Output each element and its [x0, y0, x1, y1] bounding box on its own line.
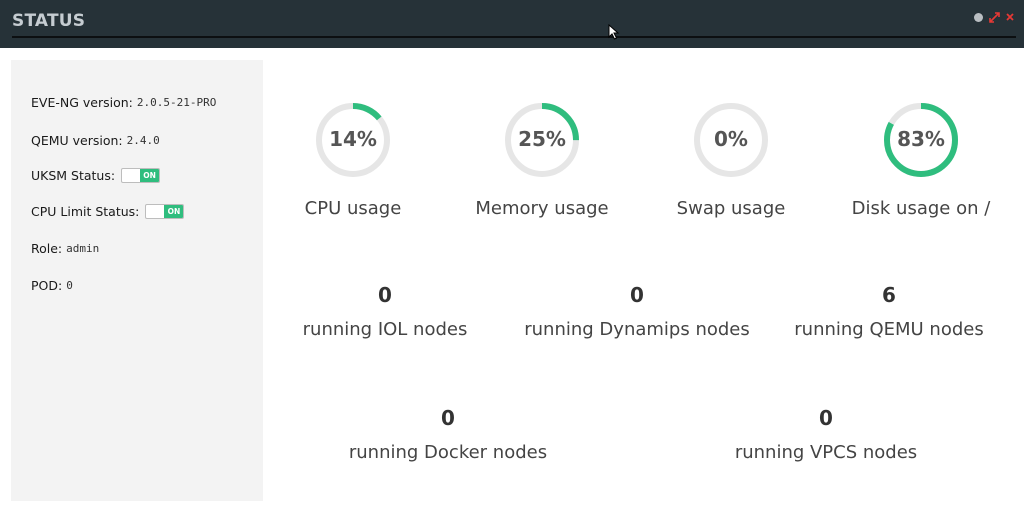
- docker-nodes-counter: 0 running Docker nodes: [308, 406, 588, 463]
- qemu-nodes-count: 6: [882, 283, 896, 307]
- window-title: STATUS: [12, 11, 86, 31]
- close-icon[interactable]: [1004, 11, 1016, 23]
- cpu-limit-toggle[interactable]: ON: [145, 204, 185, 219]
- docker-nodes-count: 0: [441, 406, 455, 430]
- role-row: Role: admin: [31, 241, 99, 256]
- eve-version-label: EVE-NG version:: [31, 95, 133, 110]
- memory-usage-gauge: 25% Memory usage: [442, 100, 642, 219]
- cpu-limit-label: CPU Limit Status:: [31, 204, 140, 219]
- iol-nodes-label: running IOL nodes: [302, 319, 468, 340]
- role-label: Role:: [31, 241, 63, 256]
- dynamips-nodes-count: 0: [630, 283, 644, 307]
- qemu-nodes-counter: 6 running QEMU nodes: [749, 283, 1024, 340]
- uksm-toggle[interactable]: ON: [121, 168, 161, 183]
- cpu-usage-gauge: 14% CPU usage: [253, 100, 453, 219]
- pod-value: 0: [66, 279, 73, 292]
- disk-usage-percent: 83%: [897, 127, 945, 151]
- swap-usage-gauge: 0% Swap usage: [631, 100, 831, 219]
- cpu-usage-percent: 14%: [329, 127, 377, 151]
- iol-nodes-counter: 0 running IOL nodes: [245, 283, 525, 340]
- docker-nodes-label: running Docker nodes: [348, 442, 548, 463]
- uksm-toggle-on-label: ON: [140, 169, 160, 182]
- cpu-usage-label: CPU usage: [304, 198, 402, 219]
- window-controls: [972, 11, 1016, 23]
- title-divider: [12, 36, 1016, 38]
- eve-version-value: 2.0.5-21-PRO: [136, 96, 217, 109]
- iol-nodes-count: 0: [378, 283, 392, 307]
- dynamips-nodes-counter: 0 running Dynamips nodes: [497, 283, 777, 340]
- memory-usage-label: Memory usage: [475, 198, 609, 219]
- cpu-limit-row: CPU Limit Status: ON: [31, 204, 185, 219]
- pod-label: POD:: [31, 278, 63, 293]
- qemu-nodes-label: running QEMU nodes: [794, 319, 984, 340]
- eve-version-row: EVE-NG version: 2.0.5-21-PRO: [31, 95, 216, 110]
- pod-row: POD: 0: [31, 278, 73, 293]
- qemu-version-row: QEMU version: 2.4.0: [31, 133, 160, 148]
- window-titlebar: STATUS: [0, 0, 1024, 48]
- system-info-panel: EVE-NG version: 2.0.5-21-PRO QEMU versio…: [11, 60, 263, 501]
- qemu-version-value: 2.4.0: [126, 134, 160, 147]
- vpcs-nodes-label: running VPCS nodes: [734, 442, 918, 463]
- memory-usage-percent: 25%: [518, 127, 566, 151]
- qemu-version-label: QEMU version:: [31, 133, 123, 148]
- mouse-cursor-icon: [608, 24, 620, 40]
- dynamips-nodes-label: running Dynamips nodes: [524, 319, 750, 340]
- swap-usage-label: Swap usage: [676, 198, 786, 219]
- swap-usage-percent: 0%: [714, 127, 748, 151]
- vpcs-nodes-count: 0: [819, 406, 833, 430]
- restore-icon[interactable]: [972, 11, 984, 23]
- disk-usage-label: Disk usage on /: [851, 198, 991, 219]
- uksm-status-label: UKSM Status:: [31, 168, 116, 183]
- maximize-icon[interactable]: [988, 11, 1000, 23]
- vpcs-nodes-counter: 0 running VPCS nodes: [686, 406, 966, 463]
- cpu-limit-toggle-on-label: ON: [164, 205, 184, 218]
- role-value: admin: [66, 242, 100, 255]
- uksm-status-row: UKSM Status: ON: [31, 168, 161, 183]
- disk-usage-gauge: 83% Disk usage on /: [821, 100, 1021, 219]
